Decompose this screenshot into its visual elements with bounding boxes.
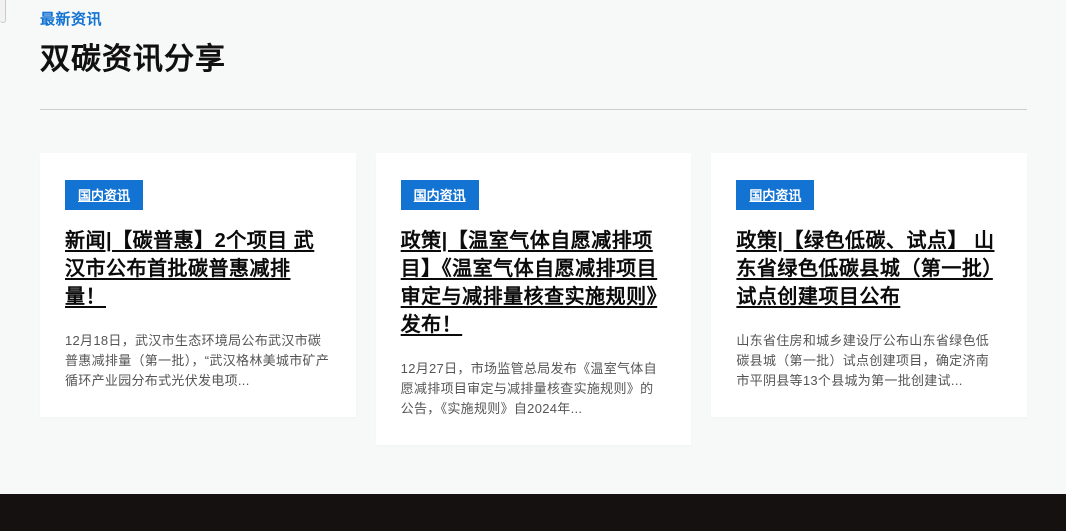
scrollbar-nub[interactable] <box>0 0 6 23</box>
news-card-title-link[interactable]: 新闻|【碳普惠】2个项目 武汉市公布首批碳普惠减排量！ <box>65 227 331 311</box>
footer-bar <box>0 494 1066 531</box>
category-badge[interactable]: 国内资讯 <box>65 180 143 210</box>
news-card-title-link[interactable]: 政策|【绿色低碳、试点】 山东省绿色低碳县城（第一批）试点创建项目公布 <box>736 227 1002 311</box>
news-card-excerpt: 12月18日，武汉市生态环境局公布武汉市碳普惠减排量（第一批），“武汉格林美城市… <box>65 331 331 391</box>
news-card-excerpt: 山东省住房和城乡建设厅公布山东省绿色低碳县城（第一批）试点创建项目，确定济南市平… <box>736 331 1002 391</box>
news-card[interactable]: 国内资讯 新闻|【碳普惠】2个项目 武汉市公布首批碳普惠减排量！ 12月18日，… <box>40 153 356 417</box>
news-card-title-link[interactable]: 政策|【温室气体自愿减排项目】《温室气体自愿减排项目审定与减排量核查实施规则》发… <box>401 227 667 339</box>
news-card-list: 国内资讯 新闻|【碳普惠】2个项目 武汉市公布首批碳普惠减排量！ 12月18日，… <box>40 153 1027 445</box>
news-card[interactable]: 国内资讯 政策|【温室气体自愿减排项目】《温室气体自愿减排项目审定与减排量核查实… <box>376 153 692 445</box>
section-divider <box>40 109 1027 110</box>
section-label: 最新资讯 <box>40 8 1027 29</box>
news-card-excerpt: 12月27日，市场监管总局发布《温室气体自愿减排项目审定与减排量核查实施规则》的… <box>401 359 667 419</box>
category-badge[interactable]: 国内资讯 <box>736 180 814 210</box>
category-badge[interactable]: 国内资讯 <box>401 180 479 210</box>
page-title: 双碳资讯分享 <box>40 34 1027 78</box>
news-section: 最新资讯 双碳资讯分享 国内资讯 新闻|【碳普惠】2个项目 武汉市公布首批碳普惠… <box>0 0 1066 445</box>
news-card[interactable]: 国内资讯 政策|【绿色低碳、试点】 山东省绿色低碳县城（第一批）试点创建项目公布… <box>711 153 1027 417</box>
